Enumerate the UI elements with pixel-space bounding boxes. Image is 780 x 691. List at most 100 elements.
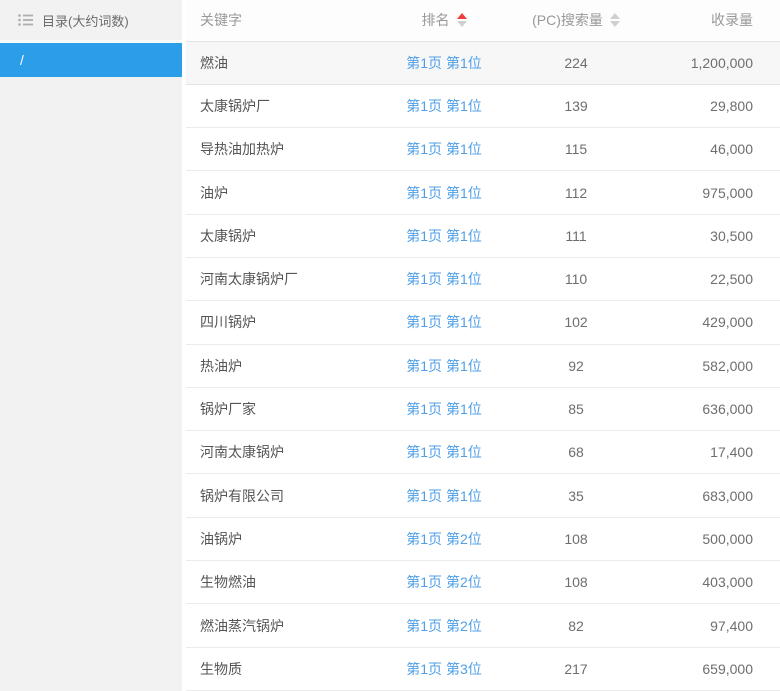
table-row: 燃油 第1页 第1位 224 1,200,000 <box>186 41 780 84</box>
rank-cell: 第1页 第1位 <box>382 171 506 214</box>
keyword-cell: 太康锅炉厂 <box>186 84 382 127</box>
rank-cell: 第1页 第1位 <box>382 301 506 344</box>
rank-cell: 第1页 第3位 <box>382 647 506 690</box>
search-volume-cell: 92 <box>506 344 646 387</box>
rank-cell: 第1页 第1位 <box>382 431 506 474</box>
sort-asc-icon <box>610 13 620 19</box>
table-row: 锅炉有限公司 第1页 第1位 35 683,000 <box>186 474 780 517</box>
sidebar-empty-area <box>0 77 182 691</box>
rank-cell: 第1页 第2位 <box>382 517 506 560</box>
sort-desc-icon <box>457 21 467 27</box>
included-cell: 17,400 <box>646 431 780 474</box>
table-row: 太康锅炉厂 第1页 第1位 139 29,800 <box>186 84 780 127</box>
sort-carets-search-volume[interactable] <box>610 13 620 27</box>
column-header-included: 收录量 <box>646 0 780 41</box>
search-volume-cell: 108 <box>506 561 646 604</box>
table-row: 太康锅炉 第1页 第1位 111 30,500 <box>186 214 780 257</box>
table-row: 燃油蒸汽锅炉 第1页 第2位 82 97,400 <box>186 604 780 647</box>
rank-cell: 第1页 第1位 <box>382 128 506 171</box>
keyword-cell: 燃油蒸汽锅炉 <box>186 604 382 647</box>
included-cell: 403,000 <box>646 561 780 604</box>
keyword-table: 关键字 排名 (PC)搜索量 <box>186 0 780 691</box>
keyword-cell: 油锅炉 <box>186 517 382 560</box>
keyword-cell: 锅炉有限公司 <box>186 474 382 517</box>
table-row: 河南太康锅炉厂 第1页 第1位 110 22,500 <box>186 257 780 300</box>
included-cell: 636,000 <box>646 387 780 430</box>
table-row: 生物质 第1页 第3位 217 659,000 <box>186 647 780 690</box>
included-cell: 97,400 <box>646 604 780 647</box>
search-volume-cell: 115 <box>506 128 646 171</box>
rank-link[interactable]: 第1页 第1位 <box>406 141 481 157</box>
sidebar-item-label: / <box>20 52 24 68</box>
rank-link[interactable]: 第1页 第1位 <box>406 271 481 287</box>
included-cell: 582,000 <box>646 344 780 387</box>
included-cell: 500,000 <box>646 517 780 560</box>
sidebar-item-root[interactable]: / <box>0 43 182 77</box>
column-header-search-volume[interactable]: (PC)搜索量 <box>506 0 646 41</box>
rank-cell: 第1页 第1位 <box>382 344 506 387</box>
included-cell: 46,000 <box>646 128 780 171</box>
rank-link[interactable]: 第1页 第1位 <box>406 185 481 201</box>
included-cell: 683,000 <box>646 474 780 517</box>
rank-link[interactable]: 第1页 第1位 <box>406 228 481 244</box>
list-icon <box>18 14 33 26</box>
keyword-table-panel: 关键字 排名 (PC)搜索量 <box>186 0 780 691</box>
table-row: 油锅炉 第1页 第2位 108 500,000 <box>186 517 780 560</box>
table-row: 河南太康锅炉 第1页 第1位 68 17,400 <box>186 431 780 474</box>
search-volume-cell: 35 <box>506 474 646 517</box>
included-cell: 429,000 <box>646 301 780 344</box>
keyword-cell: 锅炉厂家 <box>186 387 382 430</box>
sort-asc-icon <box>457 13 467 19</box>
keyword-cell: 热油炉 <box>186 344 382 387</box>
rank-cell: 第1页 第1位 <box>382 257 506 300</box>
keyword-cell: 生物质 <box>186 647 382 690</box>
table-row: 四川锅炉 第1页 第1位 102 429,000 <box>186 301 780 344</box>
keyword-cell: 四川锅炉 <box>186 301 382 344</box>
search-volume-cell: 224 <box>506 41 646 84</box>
rank-link[interactable]: 第1页 第1位 <box>406 98 481 114</box>
table-row: 导热油加热炉 第1页 第1位 115 46,000 <box>186 128 780 171</box>
search-volume-cell: 108 <box>506 517 646 560</box>
sort-carets-rank[interactable] <box>457 13 467 27</box>
keyword-cell: 油炉 <box>186 171 382 214</box>
search-volume-cell: 217 <box>506 647 646 690</box>
table-row: 锅炉厂家 第1页 第1位 85 636,000 <box>186 387 780 430</box>
keyword-cell: 河南太康锅炉 <box>186 431 382 474</box>
rank-cell: 第1页 第2位 <box>382 561 506 604</box>
column-header-keyword: 关键字 <box>186 0 382 41</box>
search-volume-cell: 111 <box>506 214 646 257</box>
rank-cell: 第1页 第1位 <box>382 474 506 517</box>
search-volume-cell: 82 <box>506 604 646 647</box>
search-volume-cell: 112 <box>506 171 646 214</box>
included-cell: 1,200,000 <box>646 41 780 84</box>
included-cell: 29,800 <box>646 84 780 127</box>
sidebar-header: 目录(大约词数) <box>0 0 182 40</box>
included-cell: 975,000 <box>646 171 780 214</box>
rank-link[interactable]: 第1页 第2位 <box>406 531 481 547</box>
table-row: 生物燃油 第1页 第2位 108 403,000 <box>186 561 780 604</box>
table-row: 热油炉 第1页 第1位 92 582,000 <box>186 344 780 387</box>
sidebar-title: 目录(大约词数) <box>42 11 129 30</box>
rank-link[interactable]: 第1页 第1位 <box>406 358 481 374</box>
included-cell: 659,000 <box>646 647 780 690</box>
rank-link[interactable]: 第1页 第3位 <box>406 661 481 677</box>
table-header-row: 关键字 排名 (PC)搜索量 <box>186 0 780 41</box>
rank-link[interactable]: 第1页 第2位 <box>406 574 481 590</box>
rank-cell: 第1页 第1位 <box>382 214 506 257</box>
rank-cell: 第1页 第1位 <box>382 84 506 127</box>
sort-desc-icon <box>610 21 620 27</box>
keyword-cell: 生物燃油 <box>186 561 382 604</box>
rank-cell: 第1页 第1位 <box>382 41 506 84</box>
rank-link[interactable]: 第1页 第1位 <box>406 314 481 330</box>
rank-link[interactable]: 第1页 第1位 <box>406 488 481 504</box>
column-header-rank[interactable]: 排名 <box>382 0 506 41</box>
rank-link[interactable]: 第1页 第2位 <box>406 618 481 634</box>
keyword-cell: 燃油 <box>186 41 382 84</box>
table-row: 油炉 第1页 第1位 112 975,000 <box>186 171 780 214</box>
search-volume-cell: 102 <box>506 301 646 344</box>
rank-link[interactable]: 第1页 第1位 <box>406 444 481 460</box>
rank-cell: 第1页 第2位 <box>382 604 506 647</box>
sidebar: 目录(大约词数) / <box>0 0 182 691</box>
rank-link[interactable]: 第1页 第1位 <box>406 401 481 417</box>
rank-link[interactable]: 第1页 第1位 <box>406 55 481 71</box>
